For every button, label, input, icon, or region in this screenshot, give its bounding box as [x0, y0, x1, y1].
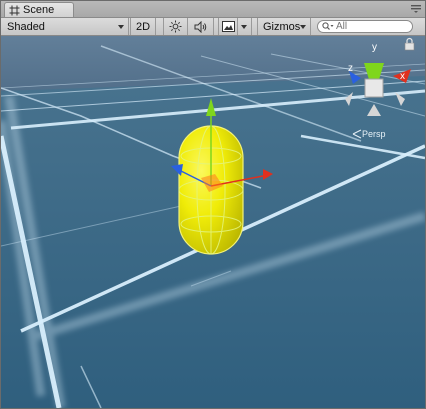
scene-lighting-toggle[interactable]: [163, 18, 188, 35]
2d-toggle-button[interactable]: 2D: [130, 18, 156, 35]
grid-icon: [9, 5, 20, 15]
chevron-down-icon: [118, 25, 124, 29]
scene-toolbar: Shaded 2D Gizmos: [1, 18, 425, 36]
speaker-icon: [194, 20, 207, 33]
scene-window: Scene Shaded 2D Gizmos All y x z Persp: [0, 0, 426, 409]
chevron-down-icon: [241, 25, 247, 29]
image-icon: [221, 21, 235, 32]
draw-mode-dropdown[interactable]: Shaded: [1, 18, 129, 35]
tab-scene[interactable]: Scene: [4, 2, 74, 17]
gizmos-label: Gizmos: [263, 20, 301, 33]
magnifier-icon: [322, 22, 334, 30]
tab-bar: Scene: [1, 1, 425, 18]
2d-toggle-label: 2D: [135, 20, 151, 33]
scene-effects-toggle[interactable]: [218, 18, 238, 35]
search-input[interactable]: [334, 21, 406, 32]
scene-viewport[interactable]: y x z Persp: [1, 36, 425, 408]
menu-icon[interactable]: [411, 5, 421, 13]
y-axis-label: y: [372, 42, 377, 53]
effects-dropdown[interactable]: [238, 18, 252, 35]
projection-label: Persp: [362, 129, 386, 139]
search-field[interactable]: [317, 20, 413, 33]
chevron-down-icon: [300, 25, 306, 29]
scene-audio-toggle[interactable]: [189, 18, 214, 35]
gizmos-dropdown[interactable]: Gizmos: [257, 18, 311, 35]
tab-scene-label: Scene: [23, 4, 55, 16]
scene-canvas[interactable]: y x z Persp: [1, 36, 425, 408]
x-axis-label: x: [400, 71, 405, 82]
sun-icon: [169, 20, 182, 33]
draw-mode-label: Shaded: [7, 20, 45, 33]
z-axis-label: z: [348, 63, 353, 74]
